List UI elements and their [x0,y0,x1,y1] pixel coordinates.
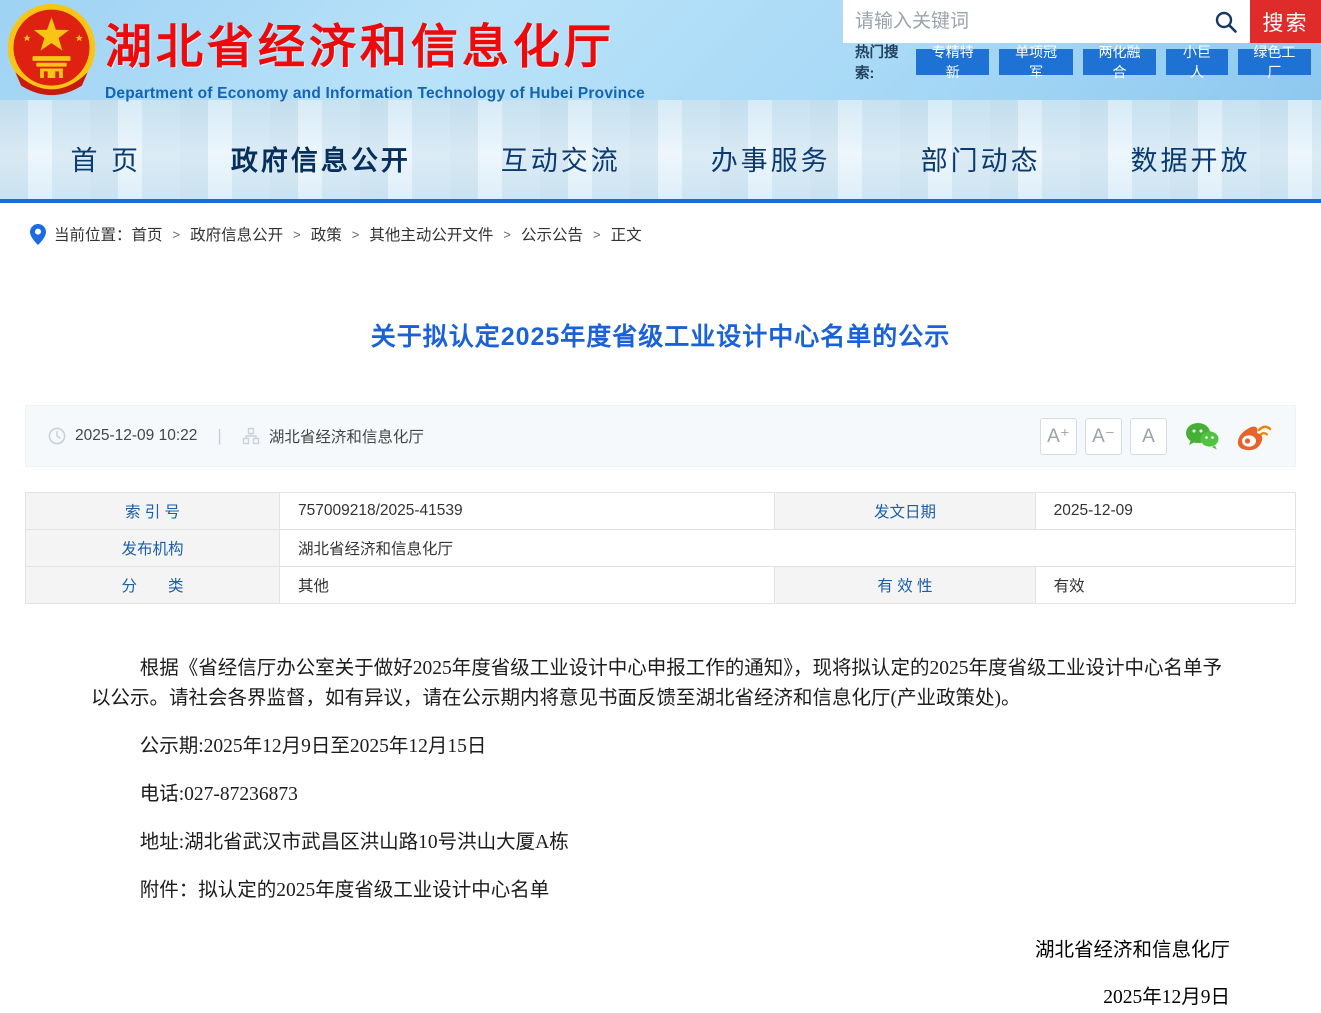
hot-tag-zhuanjingtexin[interactable]: 专精特新 [916,44,990,80]
article-body: 根据《省经信厅办公室关于做好2025年度省级工业设计中心申报工作的通知》，现将拟… [25,654,1296,906]
hot-search-label: 热门搜索: [855,44,899,82]
source-name: 湖北省经济和信息化厅 [268,429,424,446]
search-icon [1215,11,1237,33]
nav-item-gov-info[interactable]: 政府信息公开 [231,139,411,178]
national-emblem-logo [4,2,99,97]
wechat-share-icon[interactable] [1185,422,1219,450]
main-nav: 首 页 政府信息公开 互动交流 办事服务 部门动态 数据开放 [0,100,1321,203]
search-zone: 搜索 热门搜索: 专精特新 单项冠军 两化融合 小巨人 绿色工厂 [843,0,1321,82]
attachment-link[interactable]: 拟认定的2025年度省级工业设计中心名单 [198,880,549,901]
crumb-gov-info[interactable]: 政府信息公开 [190,223,283,245]
hot-tag-xiaojuren[interactable]: 小巨人 [1166,44,1228,80]
search-magnifier-button[interactable] [1202,0,1250,43]
document-info-table: 索 引 号 757009218/2025-41539 发文日期 2025-12-… [25,492,1297,604]
index-number-value: 757009218/2025-41539 [278,492,776,530]
site-subtitle: Department of Economy and Information Te… [105,85,645,102]
category-label: 分 类 [25,566,280,604]
table-row: 发布机构 湖北省经济和信息化厅 [25,529,1296,567]
crumb-current-article: 正文 [610,227,642,244]
source-org-icon [242,427,260,445]
search-input[interactable] [843,0,1202,43]
crumb-other-public-docs[interactable]: 其他主动公开文件 [369,223,493,245]
search-button[interactable]: 搜索 [1250,0,1321,43]
table-row: 分 类 其他 有 效 性 有效 [25,566,1297,604]
crumb-announcements[interactable]: 公示公告 [521,223,583,245]
nav-item-interaction[interactable]: 互动交流 [501,139,621,178]
body-paragraph: 根据《省经信厅办公室关于做好2025年度省级工业设计中心申报工作的通知》，现将拟… [91,658,1223,709]
nav-item-dept-news[interactable]: 部门动态 [921,139,1041,178]
meta-divider: | [217,426,222,445]
site-title: 湖北省经济和信息化厅 [105,20,615,73]
index-number-label: 索 引 号 [25,492,280,530]
hot-tag-lvsegongchang[interactable]: 绿色工厂 [1237,44,1311,80]
attachment-label: 附件： [139,880,199,901]
validity-value: 有效 [1034,566,1297,604]
article-meta-bar: 2025-12-09 10:22 | 湖北省经济和信息化厅 A⁺ A⁻ A [25,405,1296,467]
publicity-period-line: 公示期:2025年12月9日至2025年12月15日 [139,736,487,757]
hot-tag-danxiangguanjun[interactable]: 单项冠军 [999,44,1073,80]
publisher-label: 发布机构 [25,529,280,567]
publish-datetime: 2025-12-09 10:22 [75,427,198,444]
location-pin-icon [30,223,46,245]
phone-line: 电话:027-87236873 [139,784,298,805]
issue-date-label: 发文日期 [774,492,1036,530]
article-content: 关于拟认定2025年度省级工业设计中心名单的公示 2025-12-09 10:2… [25,317,1297,1013]
crumb-policy[interactable]: 政策 [311,223,342,245]
attachment-line: 附件：拟认定的2025年度省级工业设计中心名单 [140,876,1230,906]
clock-icon [48,427,66,445]
breadcrumb: 当前位置： 首页 > 政府信息公开 > 政策 > 其他主动公开文件 > 公示公告… [0,203,1321,259]
font-decrease-button[interactable]: A⁻ [1085,417,1122,455]
issue-date-value: 2025-12-09 [1034,492,1297,530]
publisher-value: 湖北省经济和信息化厅 [279,529,1296,567]
signature-date: 2025年12月9日 [1103,987,1230,1008]
font-increase-button[interactable]: A⁺ [1040,417,1077,455]
site-header: 湖北省经济和信息化厅 Department of Economy and Inf… [0,0,1321,102]
signature-org: 湖北省经济和信息化厅 [1034,940,1230,961]
nav-item-open-data[interactable]: 数据开放 [1130,139,1250,178]
validity-label: 有 效 性 [774,566,1036,604]
weibo-share-icon[interactable] [1237,421,1273,451]
nav-item-services[interactable]: 办事服务 [711,139,831,178]
article-signature: 湖北省经济和信息化厅 2025年12月9日 [25,936,1296,1013]
nav-item-home[interactable]: 首 页 [71,139,142,178]
crumb-home[interactable]: 首页 [132,223,163,245]
table-row: 索 引 号 757009218/2025-41539 发文日期 2025-12-… [25,492,1297,530]
category-value: 其他 [278,566,776,604]
address-line: 地址:湖北省武汉市武昌区洪山路10号洪山大厦A栋 [139,832,569,853]
hot-tag-lianghuaronghe[interactable]: 两化融合 [1082,44,1157,80]
article-title: 关于拟认定2025年度省级工业设计中心名单的公示 [370,323,951,351]
breadcrumb-label: 当前位置： [54,227,132,244]
font-reset-button[interactable]: A [1130,417,1167,455]
